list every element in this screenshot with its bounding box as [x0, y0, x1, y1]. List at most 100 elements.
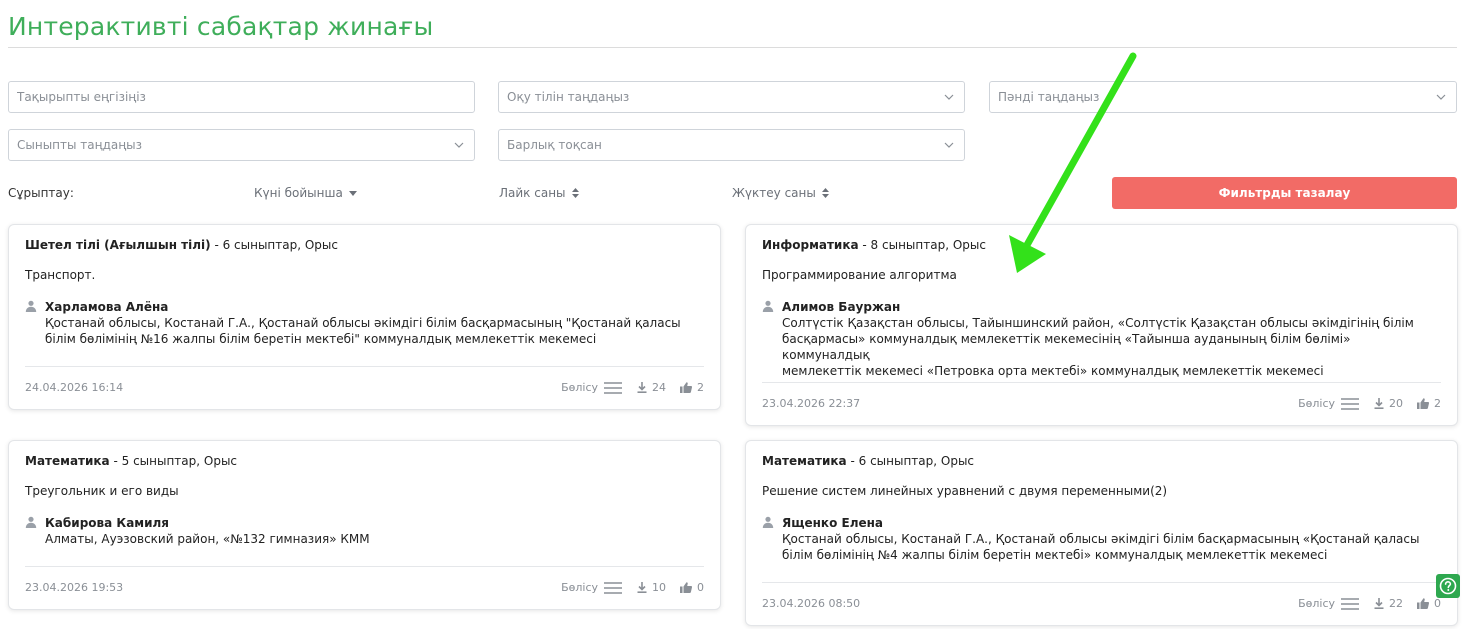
card-header: Математика - 6 сыныптар, Орыс — [762, 454, 1441, 468]
hamburger-icon — [604, 381, 622, 394]
download-count: 20 — [1389, 397, 1403, 410]
download-icon — [637, 582, 647, 593]
card-subject[interactable]: Шетел тілі (Ағылшын тілі) — [25, 238, 211, 252]
sort-by-date-label: Күні бойынша — [254, 186, 343, 200]
download-button[interactable]: 22 — [1374, 597, 1403, 610]
person-icon — [25, 300, 37, 312]
sort-arrows-icon — [571, 188, 579, 198]
share-label: Бөлісу — [561, 381, 598, 394]
share-label: Бөлісу — [1298, 397, 1335, 410]
card-meta: - 8 сыныптар, Орыс — [858, 238, 986, 252]
author-affiliation-line: білім бөлімінің №16 жалпы білім беретін … — [45, 332, 597, 346]
download-count: 22 — [1389, 597, 1403, 610]
author-affiliation-line: Солтүстік Қазақстан облысы, Тайыншинский… — [782, 316, 1414, 330]
like-button[interactable]: 0 — [1417, 597, 1441, 610]
card-author: Харламова Алёна Қостанай облысы, Костана… — [25, 299, 704, 347]
lesson-card[interactable]: Математика - 5 сыныптар, Орыс Треугольни… — [8, 440, 721, 610]
download-count: 10 — [652, 581, 666, 594]
author-affiliation-line: Алматы, Ауэзовский район, «№132 гимназия… — [45, 532, 370, 546]
author-name: Харламова Алёна — [45, 300, 169, 314]
download-icon — [1374, 598, 1384, 609]
title-divider — [8, 47, 1457, 48]
sort-arrows-icon — [821, 188, 829, 198]
card-date: 24.04.2026 16:14 — [25, 381, 124, 394]
quarter-select[interactable]: Барлық тоқсан — [498, 129, 965, 161]
author-name: Ященко Елена — [782, 516, 884, 530]
like-button[interactable]: 0 — [680, 581, 704, 594]
clear-filters-button[interactable]: Фильтрды тазалау — [1112, 177, 1457, 209]
like-button[interactable]: 2 — [1417, 397, 1441, 410]
person-icon — [25, 516, 37, 528]
download-button[interactable]: 20 — [1374, 397, 1403, 410]
download-count: 24 — [652, 381, 666, 394]
lesson-card[interactable]: Шетел тілі (Ағылшын тілі) - 6 сыныптар, … — [8, 224, 721, 410]
card-topic[interactable]: Решение систем линейных уравнений с двум… — [762, 484, 1441, 498]
help-button[interactable] — [1436, 574, 1460, 598]
sort-by-downloads-label: Жүктеу саны — [732, 186, 816, 200]
card-date: 23.04.2026 19:53 — [25, 581, 124, 594]
page-title: Интерактивті сабақтар жинағы — [8, 12, 434, 41]
card-subject[interactable]: Математика — [25, 454, 110, 468]
share-button[interactable]: Бөлісу — [1298, 397, 1360, 410]
author-name: Алимов Бауржан — [782, 300, 901, 314]
language-select-value: Оқу тілін таңдаңыз — [507, 90, 630, 104]
subject-select[interactable]: Пәнді таңдаңыз — [989, 81, 1457, 113]
class-select-value: Сыныпты таңдаңыз — [17, 138, 143, 152]
topic-input[interactable] — [17, 90, 466, 104]
author-affiliation-line: басқармасы» коммуналдық мемлекеттік меке… — [782, 332, 1351, 362]
card-topic[interactable]: Программирование алгоритма — [762, 268, 1441, 282]
card-subject[interactable]: Математика — [762, 454, 847, 468]
chevron-down-icon — [1434, 90, 1448, 104]
author-affiliation-line: Қостанай облысы, Костанай Г.А., Қостанай… — [45, 316, 681, 330]
card-divider — [25, 366, 704, 367]
thumbs-up-icon — [1417, 598, 1429, 609]
card-topic[interactable]: Транспорт. — [25, 268, 704, 282]
download-button[interactable]: 24 — [637, 381, 666, 394]
hamburger-icon — [604, 581, 622, 594]
author-affiliation-line: білім бөлімінің №4 жалпы білім беретін м… — [782, 548, 1328, 562]
card-footer: 23.04.2026 22:37 Бөлісу 20 2 — [762, 397, 1441, 410]
card-date: 23.04.2026 22:37 — [762, 397, 861, 410]
chevron-down-icon — [942, 90, 956, 104]
like-count: 2 — [697, 381, 704, 394]
card-header: Информатика - 8 сыныптар, Орыс — [762, 238, 1441, 252]
share-button[interactable]: Бөлісу — [1298, 597, 1360, 610]
quarter-select-value: Барлық тоқсан — [507, 138, 602, 152]
card-subject[interactable]: Информатика — [762, 238, 859, 252]
download-icon — [1374, 398, 1384, 409]
card-author: Кабирова Камиля Алматы, Ауэзовский район… — [25, 515, 704, 547]
caret-down-icon — [348, 190, 357, 196]
like-count: 0 — [697, 581, 704, 594]
card-footer: 23.04.2026 19:53 Бөлісу 10 0 — [25, 581, 704, 594]
lesson-card[interactable]: Информатика - 8 сыныптар, Орыс Программи… — [745, 224, 1458, 426]
sort-by-likes[interactable]: Лайк саны — [499, 186, 579, 200]
card-header: Шетел тілі (Ағылшын тілі) - 6 сыныптар, … — [25, 238, 704, 252]
sort-by-date[interactable]: Күні бойынша — [254, 186, 357, 200]
like-count: 2 — [1434, 397, 1441, 410]
card-author: Алимов Бауржан Солтүстік Қазақстан облыс… — [762, 299, 1441, 379]
share-label: Бөлісу — [1298, 597, 1335, 610]
card-topic[interactable]: Треугольник и его виды — [25, 484, 704, 498]
card-meta: - 6 сыныптар, Орыс — [846, 454, 975, 468]
hamburger-icon — [1341, 597, 1359, 610]
download-button[interactable]: 10 — [637, 581, 666, 594]
download-icon — [637, 382, 647, 393]
like-button[interactable]: 2 — [680, 381, 704, 394]
topic-field[interactable] — [8, 81, 475, 113]
sort-by-downloads[interactable]: Жүктеу саны — [732, 186, 829, 200]
help-icon — [1439, 577, 1457, 595]
card-footer: 24.04.2026 16:14 Бөлісу 24 2 — [25, 381, 704, 394]
hamburger-icon — [1341, 397, 1359, 410]
sort-label: Сұрыптау: — [8, 186, 74, 200]
class-select[interactable]: Сыныпты таңдаңыз — [8, 129, 475, 161]
card-footer: 23.04.2026 08:50 Бөлісу 22 0 — [762, 597, 1441, 610]
card-author: Ященко Елена Қостанай облысы, Костанай Г… — [762, 515, 1441, 563]
share-button[interactable]: Бөлісу — [561, 381, 623, 394]
person-icon — [762, 516, 774, 528]
language-select[interactable]: Оқу тілін таңдаңыз — [498, 81, 965, 113]
thumbs-up-icon — [1417, 398, 1429, 409]
share-button[interactable]: Бөлісу — [561, 581, 623, 594]
card-date: 23.04.2026 08:50 — [762, 597, 861, 610]
chevron-down-icon — [452, 138, 466, 152]
lesson-card[interactable]: Математика - 6 сыныптар, Орыс Решение си… — [745, 440, 1458, 626]
